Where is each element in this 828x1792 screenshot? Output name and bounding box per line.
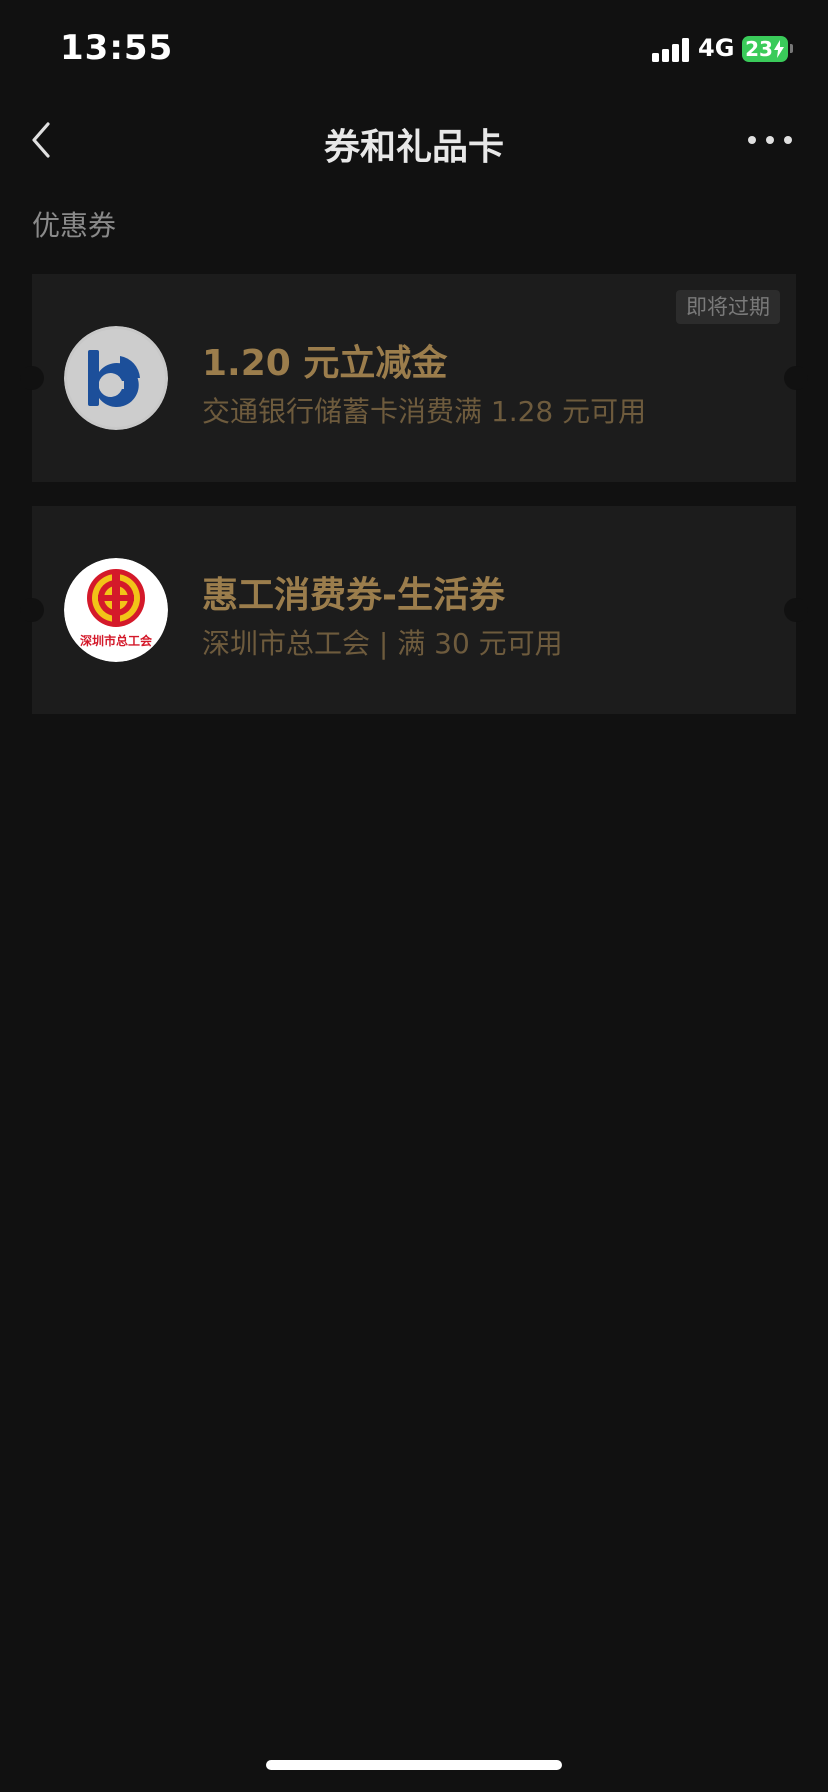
status-time: 13:55 xyxy=(60,28,174,68)
status-bar: 13:55 4G 23 xyxy=(0,0,828,100)
navigation-bar: 券和礼品卡 xyxy=(0,100,828,180)
coupon-title: 惠工消费券-生活券 xyxy=(202,575,505,616)
coupon-description: 深圳市总工会 | 满 30 元可用 xyxy=(202,627,563,660)
card-notch xyxy=(784,598,808,622)
battery-level: 23 xyxy=(745,37,773,61)
expiring-soon-badge: 即将过期 xyxy=(676,290,780,324)
page-title: 券和礼品卡 xyxy=(323,127,504,168)
home-indicator[interactable] xyxy=(266,1760,562,1770)
battery-cap xyxy=(790,44,793,53)
bocom-logo-icon xyxy=(64,326,168,430)
logo-text: 深圳市总工会 xyxy=(80,633,153,648)
cellular-signal-icon xyxy=(652,38,692,62)
card-notch xyxy=(20,598,44,622)
charging-bolt-icon xyxy=(773,40,784,58)
battery-icon: 23 xyxy=(742,36,788,62)
coupon-card[interactable]: 1.20 元立减金 交通银行储蓄卡消费满 1.28 元可用 即将过期 xyxy=(20,274,808,482)
coupon-description: 交通银行储蓄卡消费满 1.28 元可用 xyxy=(202,395,647,428)
coupon-title: 1.20 元立减金 xyxy=(202,343,448,384)
network-type: 4G xyxy=(698,34,735,62)
coupon-card[interactable]: 深圳市总工会 惠工消费券-生活券 深圳市总工会 | 满 30 元可用 xyxy=(20,506,808,714)
more-dots-icon[interactable] xyxy=(744,120,796,160)
card-notch xyxy=(20,366,44,390)
trade-union-logo-icon: 深圳市总工会 xyxy=(64,558,168,662)
card-notch xyxy=(784,366,808,390)
section-title-coupons: 优惠券 xyxy=(32,209,117,242)
